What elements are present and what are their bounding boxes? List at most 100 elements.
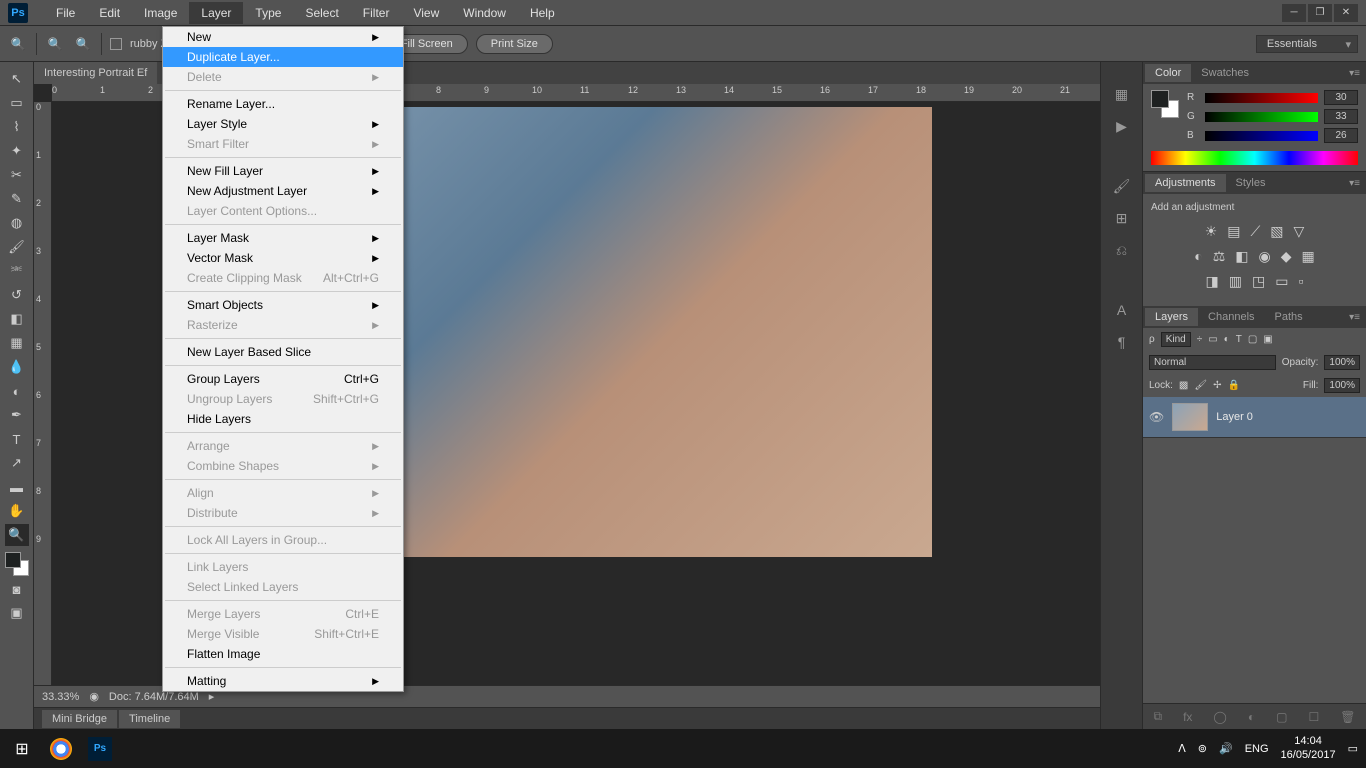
menu-layer[interactable]: Layer — [189, 2, 243, 24]
delete-icon[interactable]: 🗑 — [1340, 710, 1355, 724]
status-icon[interactable]: ◉ — [89, 690, 99, 703]
panel-menu-icon[interactable]: ▾≡ — [1343, 68, 1366, 79]
option-print-size[interactable]: Print Size — [476, 34, 553, 54]
vibrance-icon[interactable]: ▽ — [1294, 223, 1305, 240]
filter-type-icon[interactable]: T — [1236, 334, 1242, 345]
crop-tool[interactable]: ✂ — [5, 164, 29, 186]
bw-icon[interactable]: ◧ — [1235, 248, 1248, 265]
blur-tool[interactable]: 💧 — [5, 356, 29, 378]
tab-color[interactable]: Color — [1145, 64, 1191, 82]
tray-chevron-icon[interactable]: ᐱ — [1178, 742, 1186, 755]
clone-source-icon[interactable]: ⎌ — [1110, 238, 1134, 262]
clock[interactable]: 14:04 16/05/2017 — [1281, 735, 1336, 761]
wifi-icon[interactable]: ⊚ — [1198, 742, 1207, 755]
chrome-icon[interactable] — [50, 738, 72, 760]
healing-tool[interactable]: ◍ — [5, 212, 29, 234]
levels-icon[interactable]: ▤ — [1227, 223, 1240, 240]
stamp-tool[interactable]: ⎃ — [5, 260, 29, 282]
selective-color-icon[interactable]: ▫ — [1298, 273, 1303, 290]
gradient-map-icon[interactable]: ▭ — [1275, 273, 1288, 290]
tab-layers[interactable]: Layers — [1145, 308, 1198, 326]
curves-icon[interactable]: ⟋ — [1250, 223, 1260, 240]
brush-panel-icon[interactable]: 🖌 — [1110, 174, 1134, 198]
filter-adj-icon[interactable]: ◐ — [1224, 334, 1230, 345]
hand-tool[interactable]: ✋ — [5, 500, 29, 522]
posterize-icon[interactable]: ▥ — [1229, 273, 1242, 290]
menu-item-smart-objects[interactable]: Smart Objects▶ — [163, 295, 403, 315]
group-icon[interactable]: ▢ — [1276, 710, 1287, 724]
resize-windows-checkbox[interactable] — [110, 38, 122, 50]
lock-position-icon[interactable]: ✢ — [1213, 380, 1221, 391]
quick-mask-icon[interactable]: ◙ — [5, 578, 29, 600]
lock-image-icon[interactable]: 🖌 — [1194, 380, 1207, 391]
balance-icon[interactable]: ⚖ — [1213, 248, 1226, 265]
fill-adj-icon[interactable]: ◐ — [1248, 710, 1255, 724]
menu-item-rename-layer[interactable]: Rename Layer... — [163, 94, 403, 114]
brush-presets-icon[interactable]: ⊞ — [1110, 206, 1134, 230]
menu-item-layer-mask[interactable]: Layer Mask▶ — [163, 228, 403, 248]
tab-mini-bridge[interactable]: Mini Bridge — [42, 710, 117, 728]
fx-icon[interactable]: fx — [1183, 710, 1192, 724]
pen-tool[interactable]: ✒ — [5, 404, 29, 426]
menu-window[interactable]: Window — [451, 2, 518, 24]
menu-item-matting[interactable]: Matting▶ — [163, 671, 403, 691]
color-picker-swatches[interactable] — [1151, 90, 1179, 118]
marquee-tool[interactable]: ▭ — [5, 92, 29, 114]
menu-edit[interactable]: Edit — [87, 2, 132, 24]
tab-timeline[interactable]: Timeline — [119, 710, 180, 728]
fill-value[interactable]: 100% — [1324, 378, 1360, 393]
lock-transparency-icon[interactable]: ▩ — [1179, 380, 1188, 391]
notification-icon[interactable]: ▭ — [1348, 742, 1358, 755]
mask-icon[interactable]: ◯ — [1213, 710, 1226, 724]
b-slider[interactable] — [1205, 131, 1318, 141]
menu-item-new[interactable]: New▶ — [163, 27, 403, 47]
doc-info[interactable]: Doc: 7.64M/7.64M — [109, 691, 199, 703]
actions-panel-icon[interactable]: ▶ — [1110, 114, 1134, 138]
language-indicator[interactable]: ENG — [1245, 743, 1269, 755]
blend-mode-select[interactable]: Normal — [1149, 355, 1276, 370]
eyedropper-tool[interactable]: ✎ — [5, 188, 29, 210]
maximize-button[interactable]: ❐ — [1308, 4, 1332, 22]
menu-filter[interactable]: Filter — [351, 2, 402, 24]
photoshop-taskbar-icon[interactable]: Ps — [86, 735, 114, 763]
r-slider[interactable] — [1205, 93, 1318, 103]
zoom-level[interactable]: 33.33% — [42, 691, 79, 703]
panel-menu-icon[interactable]: ▾≡ — [1343, 312, 1366, 323]
history-brush-tool[interactable]: ↺ — [5, 284, 29, 306]
path-tool[interactable]: ↗ — [5, 452, 29, 474]
menu-item-vector-mask[interactable]: Vector Mask▶ — [163, 248, 403, 268]
b-value[interactable]: 26 — [1324, 128, 1358, 143]
menu-image[interactable]: Image — [132, 2, 189, 24]
dodge-tool[interactable]: ◐ — [5, 380, 29, 402]
zoom-out-icon[interactable]: 🔍 — [73, 34, 93, 54]
menu-item-new-adjustment-layer[interactable]: New Adjustment Layer▶ — [163, 181, 403, 201]
layer-filter-kind[interactable]: Kind — [1161, 332, 1191, 347]
layer-row[interactable]: 👁 Layer 0 — [1143, 397, 1366, 438]
mixer-icon[interactable]: ◆ — [1281, 248, 1292, 265]
paragraph-panel-icon[interactable]: ¶ — [1110, 330, 1134, 354]
lasso-tool[interactable]: ⌇ — [5, 116, 29, 138]
filter-shape-icon[interactable]: ▢ — [1248, 334, 1257, 345]
menu-file[interactable]: File — [44, 2, 87, 24]
menu-view[interactable]: View — [401, 2, 451, 24]
filter-image-icon[interactable]: ▭ — [1208, 334, 1217, 345]
menu-item-group-layers[interactable]: Group LayersCtrl+G — [163, 369, 403, 389]
history-panel-icon[interactable]: ▦ — [1110, 82, 1134, 106]
menu-item-duplicate-layer[interactable]: Duplicate Layer... — [163, 47, 403, 67]
exposure-icon[interactable]: ▧ — [1270, 223, 1283, 240]
brush-tool[interactable]: 🖌 — [5, 236, 29, 258]
g-slider[interactable] — [1205, 112, 1318, 122]
hue-icon[interactable]: ◐ — [1194, 248, 1202, 265]
menu-item-new-layer-based-slice[interactable]: New Layer Based Slice — [163, 342, 403, 362]
filter-smart-icon[interactable]: ▣ — [1263, 334, 1272, 345]
volume-icon[interactable]: 🔊 — [1219, 742, 1233, 755]
minimize-button[interactable]: ─ — [1282, 4, 1306, 22]
opacity-value[interactable]: 100% — [1324, 355, 1360, 370]
character-panel-icon[interactable]: A — [1110, 298, 1134, 322]
menu-item-hide-layers[interactable]: Hide Layers — [163, 409, 403, 429]
panel-menu-icon[interactable]: ▾≡ — [1343, 178, 1366, 189]
zoom-tool[interactable]: 🔍 — [5, 524, 29, 546]
gradient-tool[interactable]: ▦ — [5, 332, 29, 354]
menu-item-new-fill-layer[interactable]: New Fill Layer▶ — [163, 161, 403, 181]
workspace-selector[interactable]: Essentials — [1256, 35, 1358, 53]
